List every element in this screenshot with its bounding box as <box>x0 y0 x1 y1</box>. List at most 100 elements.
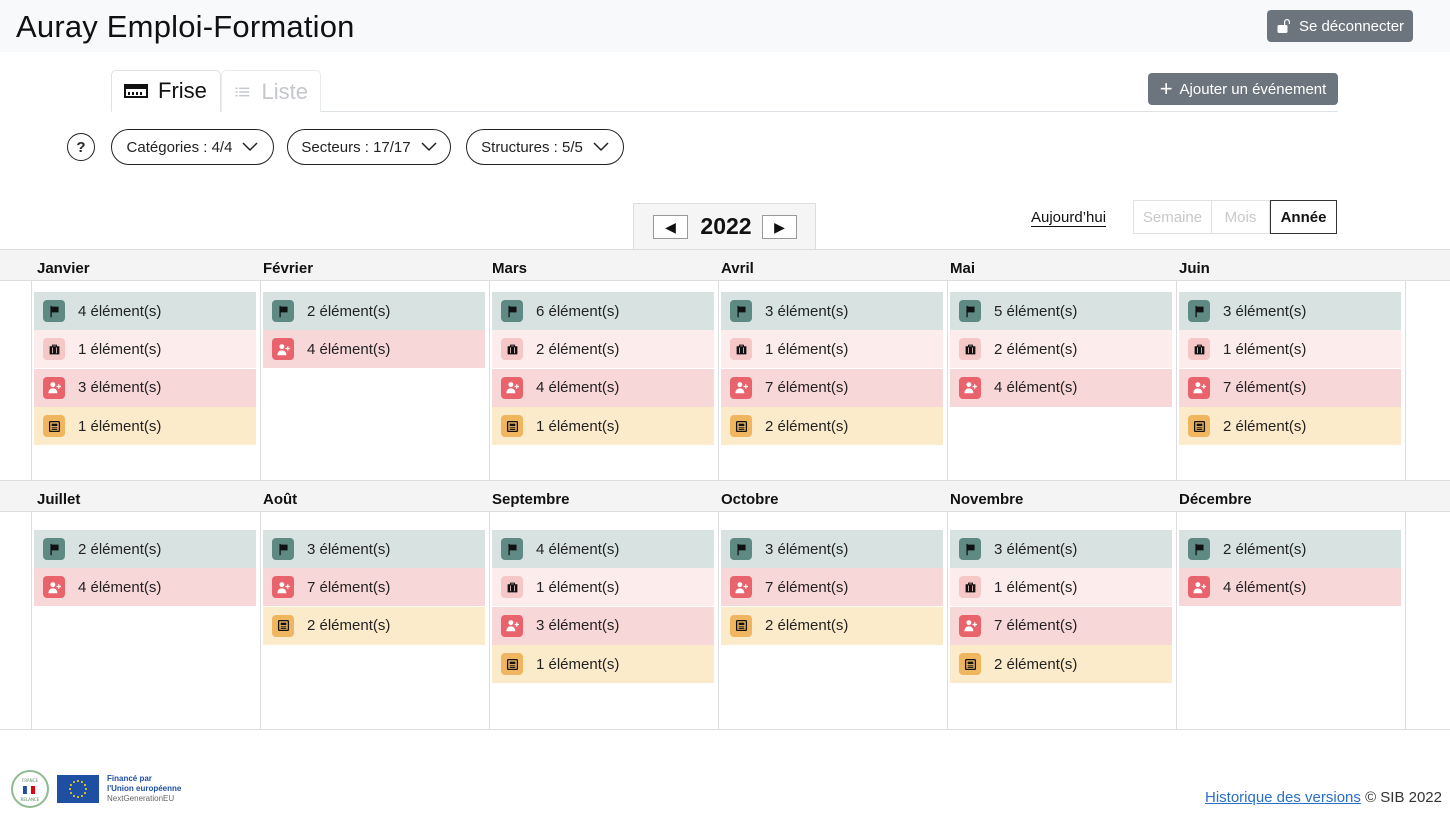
tab-frise[interactable]: Frise <box>111 70 221 112</box>
user-plus-icon <box>272 338 294 361</box>
count-label: 3 élément(s) <box>765 540 849 558</box>
flag-icon <box>730 538 752 560</box>
briefcase-icon <box>43 338 65 361</box>
month-category-count[interactable]: 4 élément(s) <box>263 330 485 369</box>
month-category-count[interactable]: 4 élément(s) <box>34 568 256 607</box>
month-category-count[interactable]: 1 élément(s) <box>1179 330 1401 369</box>
month-category-count[interactable]: 5 élément(s) <box>950 292 1172 330</box>
unlock-icon <box>1277 19 1290 33</box>
month-category-count[interactable]: 1 élément(s) <box>950 568 1172 607</box>
month-category-count[interactable]: 7 élément(s) <box>721 368 943 407</box>
count-label: 2 élément(s) <box>1223 540 1307 558</box>
count-label: 1 élément(s) <box>994 578 1078 596</box>
user-plus-icon <box>272 576 294 599</box>
count-label: 3 élément(s) <box>765 302 849 320</box>
grid-bottom-line <box>0 729 1450 730</box>
count-label: 1 élément(s) <box>536 655 620 673</box>
month-category-count[interactable]: 1 élément(s) <box>34 330 256 369</box>
count-label: 2 élément(s) <box>765 617 849 635</box>
svg-text:RELANCE: RELANCE <box>21 797 40 802</box>
month-category-count[interactable]: 3 élément(s) <box>721 530 943 568</box>
month-category-count[interactable]: 1 élément(s) <box>34 407 256 446</box>
briefcase-icon <box>1188 338 1210 361</box>
month-category-count[interactable]: 3 élément(s) <box>263 530 485 568</box>
flag-icon <box>1188 300 1210 322</box>
logout-button[interactable]: Se déconnecter <box>1267 10 1413 42</box>
month-category-count[interactable]: 7 élément(s) <box>263 568 485 607</box>
month-name: Mars <box>492 260 528 277</box>
versions-history-link[interactable]: Historique des versions <box>1205 789 1361 806</box>
month-category-count[interactable]: 2 élément(s) <box>721 606 943 645</box>
month-category-count[interactable]: 1 élément(s) <box>492 645 714 684</box>
month-category-count[interactable]: 7 élément(s) <box>1179 368 1401 407</box>
view-mois-button[interactable]: Mois <box>1212 200 1270 234</box>
month-category-count[interactable]: 3 élément(s) <box>950 530 1172 568</box>
count-label: 7 élément(s) <box>765 379 849 397</box>
briefcase-icon <box>959 338 981 361</box>
month-category-count[interactable]: 7 élément(s) <box>950 606 1172 645</box>
month-category-count[interactable]: 4 élément(s) <box>492 368 714 407</box>
count-label: 1 élément(s) <box>78 340 162 358</box>
month-category-count[interactable]: 1 élément(s) <box>721 330 943 369</box>
month-category-count[interactable]: 2 élément(s) <box>263 292 485 330</box>
structures-filter[interactable]: Structures : 5/5 <box>466 129 624 165</box>
top-bar: Auray Emploi-Formation Se déconnecter <box>0 0 1450 52</box>
month-category-count[interactable]: 2 élément(s) <box>1179 530 1401 568</box>
month-name: Septembre <box>492 491 570 508</box>
grid-column-divider <box>718 512 719 729</box>
month-category-count[interactable]: 2 élément(s) <box>492 330 714 369</box>
month-category-count[interactable]: 3 élément(s) <box>721 292 943 330</box>
month-name: Janvier <box>37 260 90 277</box>
view-annee-button[interactable]: Année <box>1270 200 1337 234</box>
footer-right: Historique des versions © SIB 2022 <box>1205 789 1442 806</box>
count-label: 4 élément(s) <box>307 340 391 358</box>
add-event-button[interactable]: + Ajouter un événement <box>1148 73 1338 105</box>
month-category-count[interactable]: 4 élément(s) <box>34 292 256 330</box>
user-plus-icon <box>1188 576 1210 599</box>
help-button[interactable]: ? <box>67 133 95 161</box>
secteurs-filter[interactable]: Secteurs : 17/17 <box>287 129 451 165</box>
month-category-count[interactable]: 4 élément(s) <box>1179 568 1401 607</box>
count-label: 7 élément(s) <box>994 617 1078 635</box>
month-category-count[interactable]: 4 élément(s) <box>950 368 1172 407</box>
flag-icon <box>43 538 65 560</box>
month-category-count[interactable]: 2 élément(s) <box>34 530 256 568</box>
eu-line-2: l'Union européenne <box>107 784 182 793</box>
month-category-count[interactable]: 2 élément(s) <box>1179 407 1401 446</box>
count-label: 7 élément(s) <box>307 578 391 596</box>
month-category-count[interactable]: 2 élément(s) <box>721 407 943 446</box>
count-label: 3 élément(s) <box>1223 302 1307 320</box>
count-label: 2 élément(s) <box>765 417 849 435</box>
month-category-count[interactable]: 2 élément(s) <box>950 645 1172 684</box>
month-category-count[interactable]: 6 élément(s) <box>492 292 714 330</box>
briefcase-icon <box>730 338 752 361</box>
month-category-count[interactable]: 1 élément(s) <box>492 568 714 607</box>
tab-frise-label: Frise <box>158 78 207 103</box>
newspaper-icon <box>730 614 752 637</box>
month-category-count[interactable]: 4 élément(s) <box>492 530 714 568</box>
briefcase-icon <box>501 338 523 361</box>
month-category-count[interactable]: 2 élément(s) <box>263 606 485 645</box>
next-year-button[interactable]: ▶ <box>762 215 797 239</box>
month-category-count[interactable]: 3 élément(s) <box>492 606 714 645</box>
month-category-count[interactable]: 3 élément(s) <box>1179 292 1401 330</box>
month-category-count[interactable]: 3 élément(s) <box>34 368 256 407</box>
newspaper-icon <box>501 415 523 438</box>
app-title: Auray Emploi-Formation <box>16 9 355 44</box>
month-category-count[interactable]: 1 élément(s) <box>492 407 714 446</box>
count-label: 3 élément(s) <box>994 540 1078 558</box>
month-category-count[interactable]: 2 élément(s) <box>950 330 1172 369</box>
count-label: 2 élément(s) <box>994 655 1078 673</box>
previous-year-button[interactable]: ◀ <box>653 215 688 239</box>
view-semaine-button[interactable]: Semaine <box>1133 200 1212 234</box>
logout-label: Se déconnecter <box>1298 17 1405 35</box>
categories-filter[interactable]: Catégories : 4/4 <box>111 129 274 165</box>
month-name: Décembre <box>1179 491 1252 508</box>
today-link[interactable]: Aujourd’hui <box>1031 209 1106 226</box>
chevron-down-icon <box>421 142 437 152</box>
month-category-count[interactable]: 7 élément(s) <box>721 568 943 607</box>
flag-icon <box>272 538 294 560</box>
tab-liste[interactable]: Liste <box>221 70 321 112</box>
month-name: Novembre <box>950 491 1024 508</box>
eu-line-3: NextGenerationEU <box>107 794 175 803</box>
